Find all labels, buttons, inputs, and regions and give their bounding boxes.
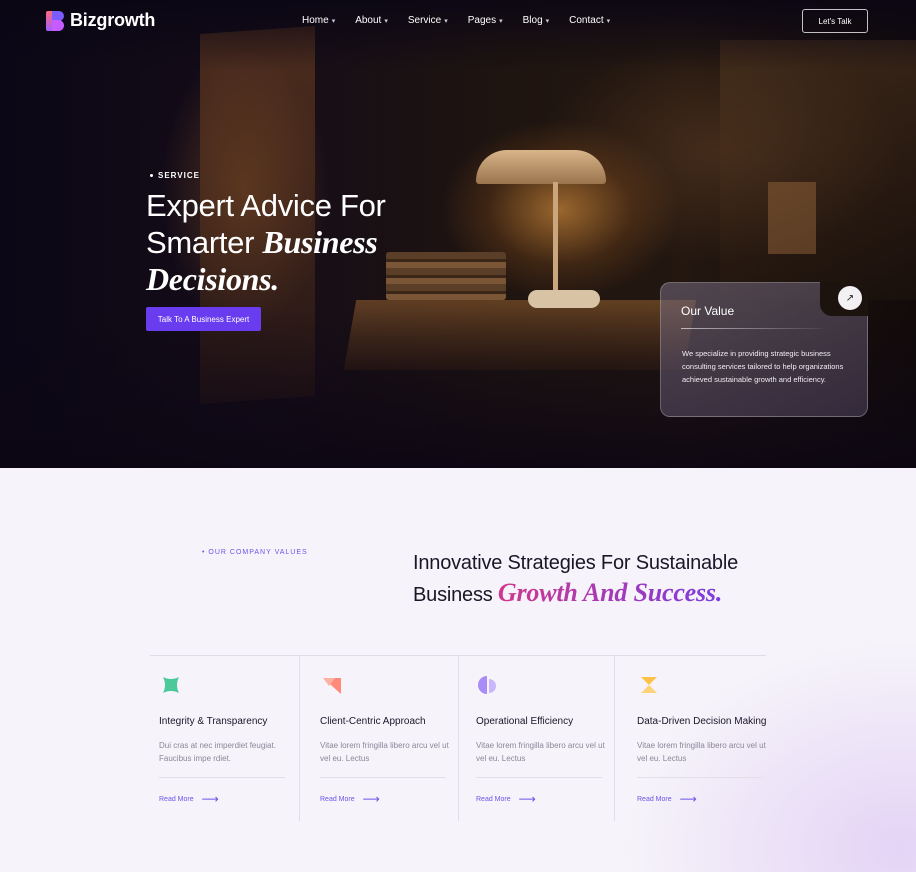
card-desc: Dui cras at nec imperdiet feugiat. Fauci… — [159, 741, 276, 763]
menu-label: Service — [407, 15, 442, 26]
read-more-link[interactable]: Read More ⟶ — [476, 792, 536, 806]
card-desc: Vitae lorem fringilla libero arcu vel ut… — [476, 741, 605, 763]
arrow-right-icon: ⟶ — [518, 792, 536, 806]
read-more-label: Read More — [476, 795, 511, 803]
values-title: Innovative Strategies For Sustainable Bu… — [413, 548, 773, 610]
read-more-label: Read More — [637, 795, 672, 803]
main-menu: Home ▾ About ▾ Service ▾ Pages ▾ Blog ▾ Conta… — [302, 15, 630, 26]
logo-mark-icon — [46, 10, 64, 31]
menu-item-home[interactable]: Home ▾ — [302, 15, 335, 26]
read-more-link[interactable]: Read More ⟶ — [320, 792, 380, 806]
chevron-down-icon: ▾ — [444, 17, 448, 25]
chevron-down-icon: ▾ — [331, 17, 336, 25]
chevron-down-icon: ▾ — [499, 17, 503, 25]
hero-title-italic: Business — [262, 224, 378, 260]
read-more-label: Read More — [320, 795, 355, 803]
lamp-pole-decor — [553, 182, 558, 294]
menu-label: Contact — [569, 15, 604, 26]
menu-item-blog[interactable]: Blog ▾ — [523, 15, 550, 26]
hero-eyebrow-text: SERVICE — [158, 171, 200, 180]
menu-label: About — [355, 15, 382, 26]
value-card-text: We specialize in providing strategic bus… — [682, 349, 844, 384]
card-desc: Vitae lorem fringilla libero arcu vel ut… — [320, 741, 449, 763]
client-icon — [323, 678, 341, 694]
values-title-line2: Business — [413, 584, 498, 606]
hero-box-decor — [768, 182, 816, 254]
menu-item-about[interactable]: About ▾ — [355, 15, 388, 26]
values-title-italic: Growth And Success. — [497, 578, 723, 607]
lets-talk-button[interactable]: Let's Talk — [802, 9, 868, 33]
hero-title-line2: Smarter — [146, 225, 263, 260]
card-title: Client-Centric Approach — [320, 716, 426, 727]
card-title: Data-Driven Decision Making — [637, 716, 767, 727]
arrow-right-icon: ⟶ — [679, 792, 697, 806]
menu-label: Pages — [467, 15, 497, 26]
read-more-link[interactable]: Read More ⟶ — [637, 792, 697, 806]
card-title: Operational Efficiency — [476, 716, 574, 727]
arrow-right-icon: ⟶ — [362, 792, 380, 806]
hero-title-line1: Expert Advice For — [146, 188, 386, 223]
chevron-down-icon: ▾ — [606, 17, 611, 25]
read-more-link[interactable]: Read More ⟶ — [159, 792, 219, 806]
menu-item-contact[interactable]: Contact ▾ — [569, 15, 610, 26]
integrity-icon — [163, 677, 179, 693]
brand-name: Bizgrowth — [70, 10, 156, 30]
values-eyebrow: • OUR COMPANY VALUES — [202, 549, 308, 556]
values-eyebrow-text: OUR COMPANY VALUES — [208, 549, 308, 556]
talk-to-expert-button[interactable]: Talk To A Business Expert — [146, 307, 261, 331]
menu-item-service[interactable]: Service ▾ — [408, 15, 448, 26]
top-navbar: Bizgrowth Home ▾ About ▾ Service ▾ Pages ▾ B… — [0, 0, 916, 42]
menu-item-pages[interactable]: Pages ▾ — [468, 15, 503, 26]
arrow-up-right-icon[interactable]: ↗ — [838, 286, 862, 310]
value-card-data: Data-Driven Decision Making Vitae lorem … — [628, 656, 778, 821]
value-card-client: Client-Centric Approach Vitae lorem frin… — [311, 656, 459, 821]
brand-logo[interactable]: Bizgrowth — [46, 10, 155, 31]
menu-label: Home — [302, 15, 329, 26]
data-icon — [641, 677, 657, 693]
values-title-line1: Innovative Strategies For Sustainable — [413, 552, 739, 574]
value-card-divider — [681, 328, 823, 329]
value-card-efficiency: Operational Efficiency Vitae lorem fring… — [467, 656, 615, 821]
hero-title-line3: Decisions. — [146, 261, 280, 297]
value-card-integrity: Integrity & Transparency Dui cras at nec… — [150, 656, 300, 821]
efficiency-icon — [478, 676, 496, 694]
our-value-card: Our Value We specialize in providing str… — [660, 282, 868, 417]
card-desc: Vitae lorem fringilla libero arcu vel ut… — [637, 741, 766, 763]
chevron-down-icon: ▾ — [545, 17, 550, 25]
menu-label: Blog — [522, 15, 543, 26]
hero-title: Expert Advice For Smarter Business Decis… — [146, 188, 446, 298]
arrow-right-icon: ⟶ — [201, 792, 219, 806]
chevron-down-icon: ▾ — [384, 17, 388, 25]
hero-eyebrow: SERVICE — [150, 171, 200, 180]
value-card-title: Our Value — [681, 304, 735, 318]
lamp-shade-decor — [476, 150, 606, 184]
lamp-base-decor — [528, 290, 600, 308]
read-more-label: Read More — [159, 795, 194, 803]
hero-shelf-decor — [720, 40, 916, 300]
card-title: Integrity & Transparency — [159, 716, 268, 727]
